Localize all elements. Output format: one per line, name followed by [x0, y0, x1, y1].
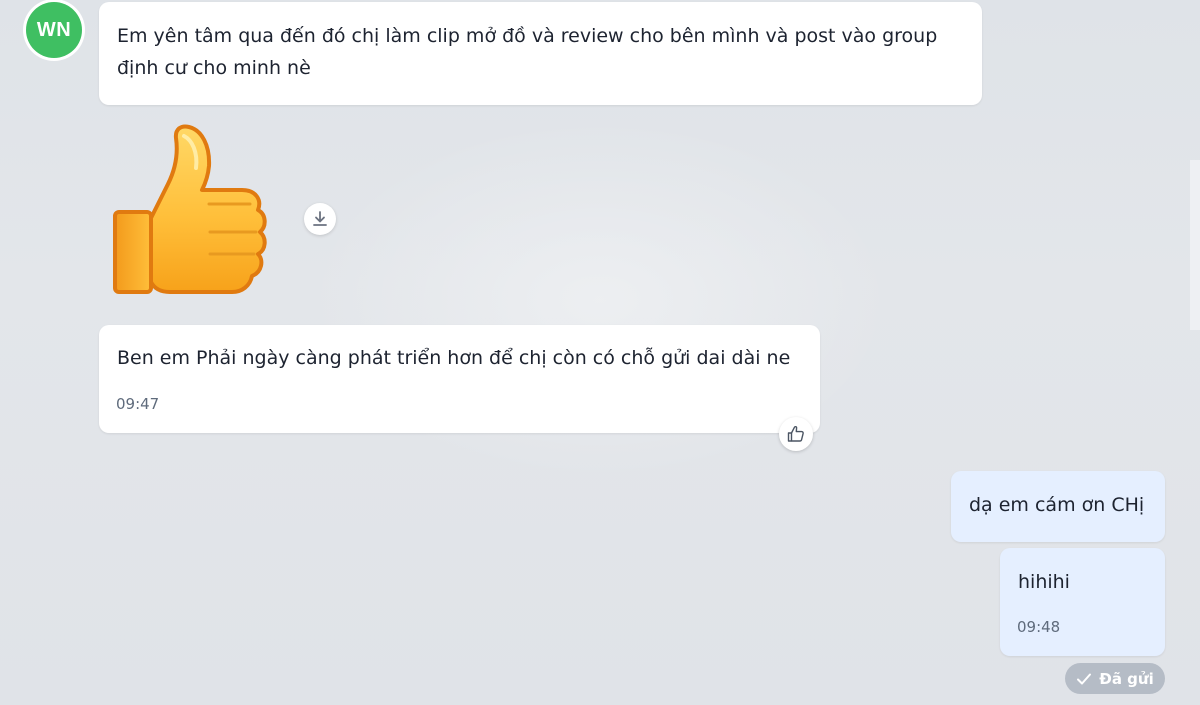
message-bubble[interactable]: dạ em cám ơn CHị	[951, 471, 1165, 542]
message-text: dạ em cám ơn CHị	[969, 494, 1145, 516]
avatar[interactable]: WN	[26, 2, 82, 58]
download-button[interactable]	[304, 203, 336, 235]
like-icon	[787, 425, 804, 442]
message-bubble[interactable]: hihihi 09:48	[1000, 548, 1165, 656]
check-icon	[1077, 673, 1092, 684]
message-time: 09:48	[1017, 618, 1061, 636]
message-bubble[interactable]: Ben em Phải ngày càng phát triển hơn để …	[99, 325, 820, 433]
avatar-initials: WN	[36, 18, 72, 41]
message-time: 09:47	[116, 395, 160, 413]
status-label: Đã gửi	[1099, 669, 1154, 688]
message-text: Ben em Phải ngày càng phát triển hơn để …	[117, 347, 791, 369]
panel-edge	[1190, 160, 1200, 330]
thumbs-up-sticker[interactable]	[110, 122, 272, 302]
message-bubble[interactable]: Em yên tâm qua đến đó chị làm clip mở đồ…	[99, 2, 982, 105]
status-badge: Đã gửi	[1065, 663, 1165, 694]
chat-area: WN Em yên tâm qua đến đó chị làm clip mở…	[0, 0, 1200, 705]
message-text: hihihi	[1018, 571, 1070, 593]
download-icon	[313, 211, 327, 226]
message-text: định cư cho minh nè	[117, 57, 311, 79]
reaction-button[interactable]	[779, 417, 813, 451]
message-text: Em yên tâm qua đến đó chị làm clip mở đồ…	[117, 25, 938, 47]
